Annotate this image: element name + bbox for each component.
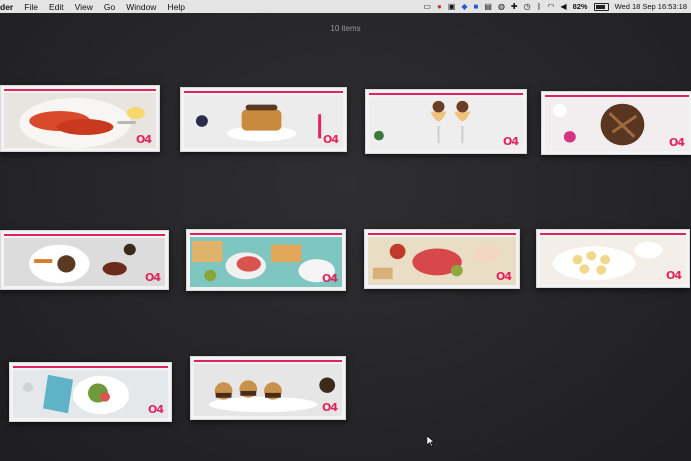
thumbnail-stripe — [545, 95, 689, 97]
brand-logo: O4 — [135, 133, 152, 146]
thumbnail-stripe — [368, 233, 516, 235]
file-thumbnail[interactable]: O4 — [9, 362, 172, 422]
thumbnail-photo — [4, 93, 156, 148]
menu-bar: der File Edit View Go Window Help ▭ ● ▣ … — [0, 0, 691, 13]
status-area: ▭ ● ▣ ◆ ■ ▤ ◍ ✚ ◷ ᛒ ◠ ◀ 82% Wed 18 Sep 1… — [423, 2, 691, 11]
thumbnail-photo — [545, 99, 689, 151]
file-thumbnail[interactable]: O4 — [180, 87, 347, 152]
battery-icon[interactable] — [593, 2, 609, 11]
menu-help[interactable]: Help — [167, 2, 184, 12]
chat-icon[interactable]: ◍ — [498, 2, 505, 11]
brand-logo: O4 — [321, 401, 338, 414]
thumbnail-photo — [184, 95, 343, 148]
menu-edit[interactable]: Edit — [49, 2, 64, 12]
file-thumbnail[interactable]: O4 — [541, 91, 691, 155]
menu-window[interactable]: Window — [126, 2, 156, 12]
menu-view[interactable]: View — [75, 2, 93, 12]
bluetooth-icon[interactable]: ᛒ — [537, 2, 542, 11]
thumbnail-stripe — [4, 234, 165, 236]
brand-logo: O4 — [322, 133, 339, 146]
brand-logo: O4 — [144, 271, 161, 284]
slack-icon[interactable]: ✚ — [511, 2, 518, 11]
dropbox-icon[interactable]: ◆ — [461, 2, 467, 11]
tray-icon[interactable]: ▤ — [484, 2, 492, 11]
battery-percent[interactable]: 82% — [573, 2, 588, 11]
wifi-icon[interactable]: ◠ — [547, 2, 554, 11]
file-thumbnail[interactable]: O4 — [0, 230, 169, 290]
thumbnail-stripe — [13, 366, 168, 368]
box-icon[interactable]: ▣ — [448, 2, 456, 11]
brand-logo: O4 — [321, 272, 338, 285]
thumbnail-stripe — [369, 93, 523, 95]
file-thumbnail[interactable]: O4 — [365, 89, 527, 154]
file-thumbnail[interactable]: O4 — [364, 229, 520, 289]
volume-icon[interactable]: ◀ — [560, 2, 566, 11]
thumbnail-stripe — [540, 233, 686, 235]
thumbnail-stripe — [190, 233, 342, 235]
time-machine-icon[interactable]: ◷ — [524, 2, 531, 11]
menu-file[interactable]: File — [24, 2, 38, 12]
thumbnail-photo — [194, 364, 342, 416]
thumbnail-photo — [190, 237, 342, 287]
menu-list: der File Edit View Go Window Help — [0, 2, 192, 12]
brand-logo: O4 — [502, 135, 519, 148]
cloud-icon[interactable]: ● — [437, 2, 442, 11]
app-icon-blue[interactable]: ■ — [474, 2, 479, 11]
brand-logo: O4 — [495, 270, 512, 283]
clock[interactable]: Wed 18 Sep 16:53:18 — [615, 2, 687, 11]
file-thumbnail[interactable]: O4 — [0, 85, 160, 152]
menu-app-finder[interactable]: der — [0, 2, 13, 12]
file-thumbnail[interactable]: O4 — [536, 229, 690, 288]
brand-logo: O4 — [665, 269, 682, 282]
thumbnail-stripe — [194, 360, 342, 362]
menu-go[interactable]: Go — [104, 2, 115, 12]
thumbnail-photo — [4, 238, 165, 286]
brand-logo: O4 — [668, 136, 685, 149]
thumbnail-photo — [369, 97, 523, 150]
thumbnail-photo — [540, 237, 686, 284]
file-thumbnail[interactable]: O4 — [190, 356, 346, 420]
thumbnail-stripe — [4, 89, 156, 91]
thumbnail-stripe — [184, 91, 343, 93]
file-thumbnail[interactable]: O4 — [186, 229, 346, 291]
thumbnail-photo — [13, 370, 168, 418]
thumbnail-photo — [368, 237, 516, 285]
brand-logo: O4 — [147, 403, 164, 416]
item-count: 10 items — [330, 24, 361, 33]
display-icon[interactable]: ▭ — [423, 2, 431, 11]
mouse-cursor — [427, 436, 435, 447]
